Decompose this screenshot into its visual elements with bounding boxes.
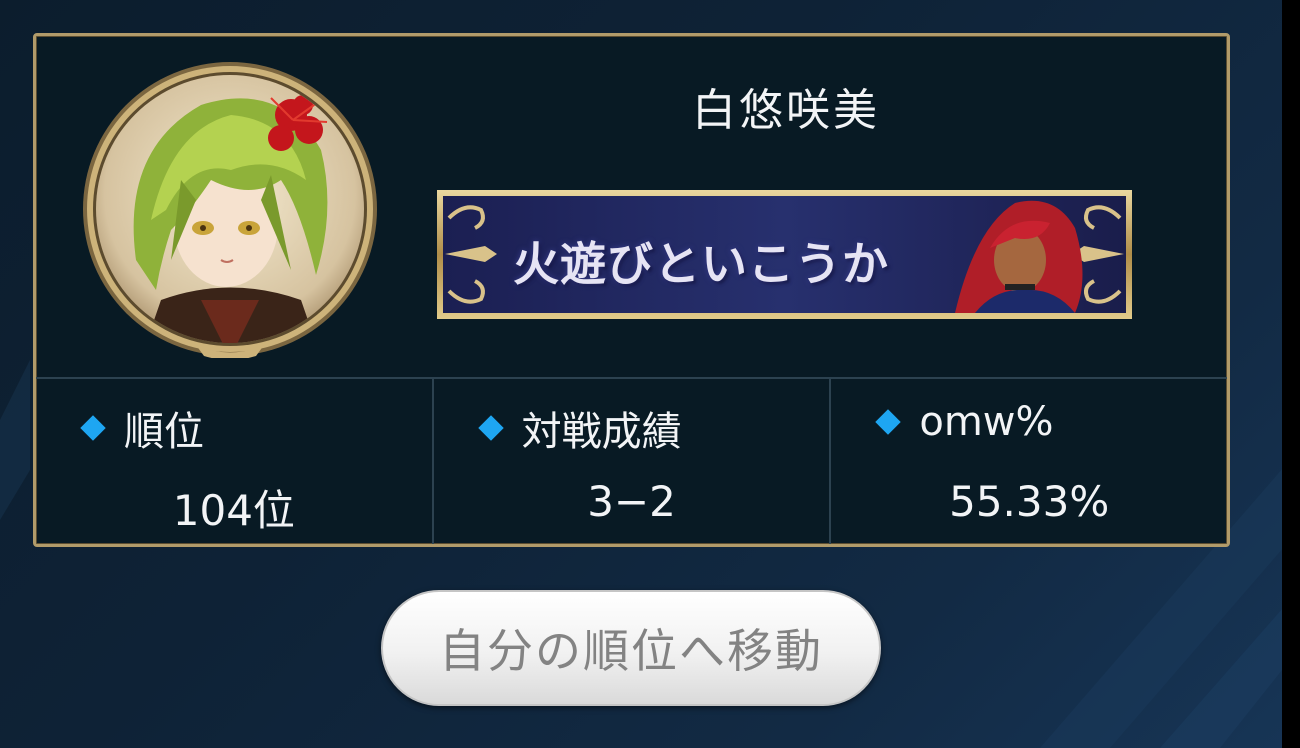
stats-row: 順位 104位 対戦成績 3−2 omw% 55.33% (36, 377, 1227, 544)
go-to-my-rank-button[interactable]: 自分の順位へ移動 (381, 590, 881, 706)
player-card: 白悠咲美 火遊びといこうか 順位 104位 対戦成績 3−2 omw% 55.3… (33, 33, 1230, 547)
player-header: 白悠咲美 火遊びといこうか (36, 36, 1227, 377)
player-avatar[interactable] (81, 60, 379, 358)
stat-rank-label: 順位 (124, 409, 204, 455)
stat-record: 対戦成績 3−2 (434, 379, 832, 544)
stat-omw-label: omw% (919, 399, 1054, 445)
stat-rank-value: 104位 (172, 486, 295, 535)
diamond-icon (477, 415, 504, 441)
stat-record-value: 3−2 (587, 477, 676, 526)
stat-omw-value: 55.33% (949, 477, 1110, 526)
player-name: 白悠咲美 (692, 85, 880, 136)
title-banner: 火遊びといこうか (435, 188, 1134, 321)
screen-edge (1282, 0, 1300, 748)
stat-record-label: 対戦成績 (521, 409, 682, 455)
stat-omw: omw% 55.33% (831, 379, 1227, 544)
diamond-icon (80, 415, 106, 441)
stat-rank: 順位 104位 (36, 379, 434, 544)
banner-title: 火遊びといこうか (513, 237, 889, 291)
diamond-icon (875, 409, 902, 435)
